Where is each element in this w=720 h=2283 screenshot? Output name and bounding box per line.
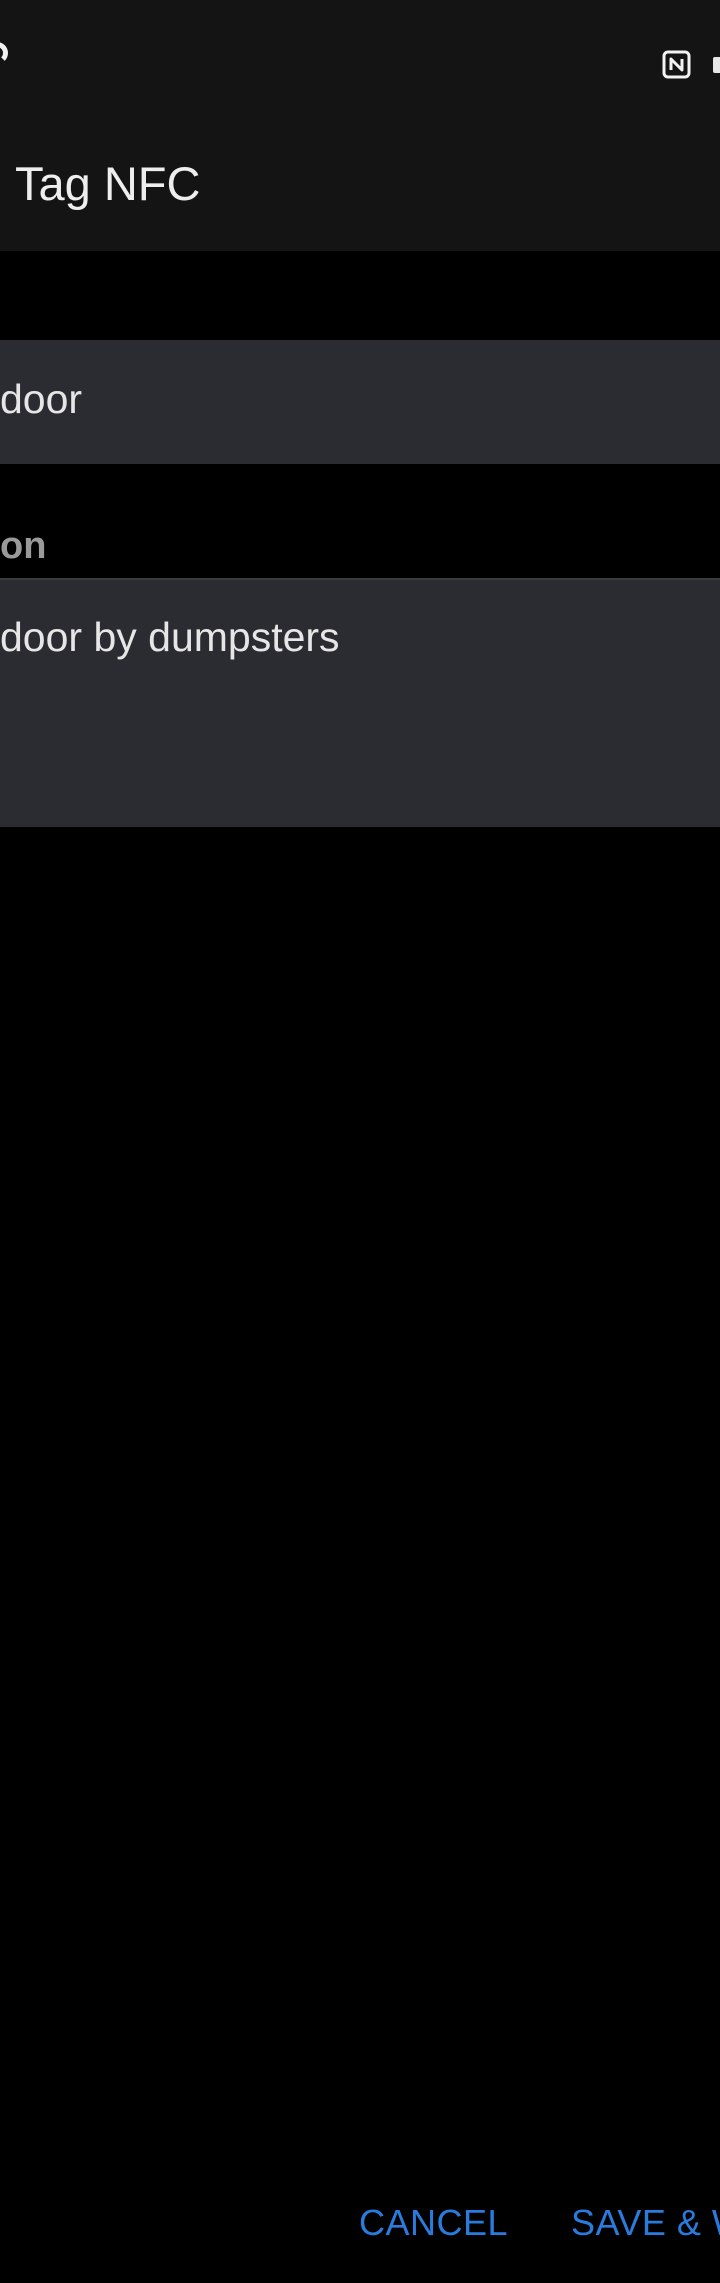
cancel-button[interactable]: CANCEL (359, 2198, 508, 2248)
page-title: Tag NFC (15, 157, 201, 210)
name-input[interactable]: door (0, 340, 720, 464)
nfc-icon (662, 50, 691, 79)
signal-partial-icon (0, 42, 8, 64)
screen: Tag NFC door on door by dumpsters CANCEL… (0, 0, 720, 2283)
description-input[interactable]: door by dumpsters (0, 578, 720, 827)
name-input-value: door (0, 376, 83, 422)
description-label: on (0, 525, 47, 567)
description-input-value: door by dumpsters (0, 614, 340, 660)
save-and-write-button[interactable]: SAVE & W (571, 2198, 720, 2248)
battery-icon (713, 57, 720, 73)
top-app-bar: Tag NFC (0, 0, 720, 251)
